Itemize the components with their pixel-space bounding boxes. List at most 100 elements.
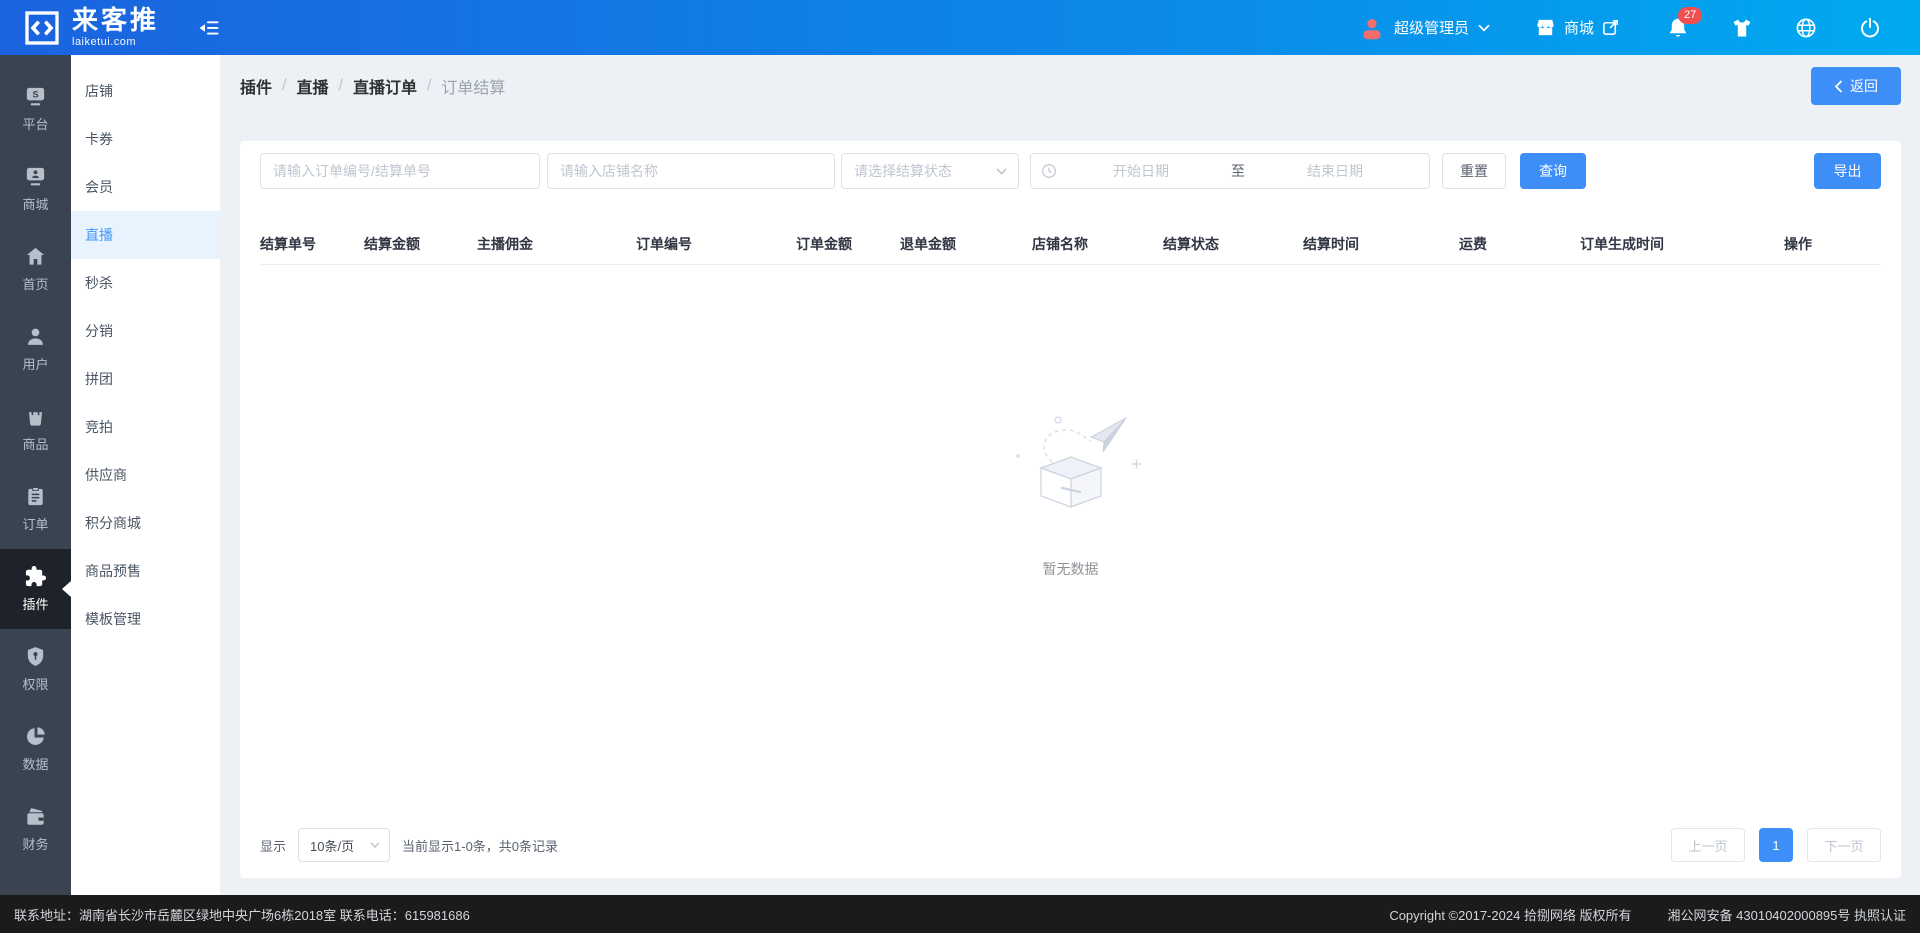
user-icon	[24, 325, 47, 348]
column-header: 店铺名称	[1032, 234, 1163, 254]
tshirt-icon	[1730, 16, 1754, 40]
column-header: 结算时间	[1303, 234, 1459, 254]
column-header: 订单编号	[636, 234, 796, 254]
external-link-icon	[1601, 18, 1620, 37]
submenu-item-distribution[interactable]: 分销	[71, 307, 220, 355]
store-icon	[1534, 16, 1557, 39]
column-header: 结算金额	[364, 234, 477, 254]
submenu-item-members[interactable]: 会员	[71, 163, 220, 211]
settlement-status-select[interactable]: 请选择结算状态	[841, 153, 1019, 189]
sidebar-item-label: 插件	[22, 594, 48, 613]
clipboard-icon	[24, 485, 47, 508]
user-menu[interactable]: 超级管理员	[1359, 15, 1490, 41]
submenu-item-group-buy[interactable]: 拼团	[71, 355, 220, 403]
prev-page-button[interactable]: 上一页	[1671, 828, 1745, 862]
end-date-input[interactable]	[1251, 163, 1419, 179]
user-name: 超级管理员	[1394, 17, 1469, 38]
submenu-item-templates[interactable]: 模板管理	[71, 595, 220, 643]
breadcrumb: 插件 / 直播 / 直播订单 / 订单结算	[240, 74, 505, 98]
sidebar-item-mall[interactable]: 商城	[0, 149, 71, 229]
mall-link[interactable]: 商城	[1534, 16, 1620, 39]
secondary-sidebar: 店铺 卡券 会员 直播 秒杀 分销 拼团 竞拍 供应商 积分商城 商品预售 模板…	[71, 55, 220, 895]
pagination-bar: 显示 10条/页 当前显示1-0条，共0条记录 上一页 1 下一页	[260, 828, 1881, 862]
menu-collapse-icon[interactable]	[197, 16, 221, 40]
empty-state: 暂无数据	[260, 265, 1881, 828]
brand-title: 来客推	[72, 7, 159, 33]
submenu-item-auction[interactable]: 竞拍	[71, 403, 220, 451]
sidebar-item-home[interactable]: 首页	[0, 229, 71, 309]
notifications-button[interactable]: 27	[1666, 16, 1690, 40]
table-header-row: 结算单号 结算金额 主播佣金 订单编号 订单金额 退单金额 店铺名称 结算状态 …	[260, 223, 1881, 265]
sidebar-item-finance[interactable]: 财务	[0, 789, 71, 869]
page-footer: 联系地址：湖南省长沙市岳麓区绿地中央广场6栋2018室 联系电话：6159816…	[0, 895, 1920, 933]
sidebar-item-users[interactable]: 用户	[0, 309, 71, 389]
sidebar-item-label: 商品	[22, 434, 48, 453]
sidebar-item-goods[interactable]: 商品	[0, 389, 71, 469]
order-number-input[interactable]	[260, 153, 540, 189]
submenu-item-live[interactable]: 直播	[71, 211, 220, 259]
sidebar-item-permissions[interactable]: 权限	[0, 629, 71, 709]
submenu-item-coupons[interactable]: 卡券	[71, 115, 220, 163]
filter-bar: 请选择结算状态 至 重置 查询 导出	[260, 153, 1881, 189]
back-button[interactable]: 返回	[1811, 67, 1901, 105]
date-range-separator: 至	[1225, 161, 1251, 181]
column-header: 主播佣金	[477, 234, 636, 254]
breadcrumb-current: 订单结算	[441, 74, 505, 98]
sidebar-item-plugins[interactable]: 插件	[0, 549, 71, 629]
start-date-input[interactable]	[1057, 163, 1225, 179]
theme-button[interactable]	[1730, 16, 1754, 40]
chevron-left-icon	[1834, 80, 1843, 93]
submenu-item-shop[interactable]: 店铺	[71, 67, 220, 115]
wallet-icon	[24, 805, 47, 828]
sidebar-item-data[interactable]: 数据	[0, 709, 71, 789]
submenu-item-flash-sale[interactable]: 秒杀	[71, 259, 220, 307]
breadcrumb-item[interactable]: 直播订单	[353, 74, 417, 98]
next-page-button[interactable]: 下一页	[1807, 828, 1881, 862]
chevron-down-icon	[370, 842, 380, 848]
search-button[interactable]: 查询	[1520, 153, 1586, 189]
sidebar-item-orders[interactable]: 订单	[0, 469, 71, 549]
sidebar-item-label: 数据	[22, 754, 48, 773]
column-header: 结算单号	[260, 234, 364, 254]
sidebar-item-label: 商城	[22, 194, 48, 213]
sidebar-item-platform[interactable]: S 平台	[0, 69, 71, 149]
brand-logo-icon	[22, 8, 62, 48]
column-header: 结算状态	[1163, 234, 1303, 254]
empty-text: 暂无数据	[1043, 559, 1099, 579]
clock-icon	[1041, 163, 1057, 179]
page-size-label: 显示	[260, 836, 286, 855]
settlement-status-placeholder: 请选择结算状态	[854, 161, 952, 181]
home-icon	[24, 245, 47, 268]
submenu-item-presale[interactable]: 商品预售	[71, 547, 220, 595]
pie-chart-icon	[24, 725, 47, 748]
submenu-item-points-mall[interactable]: 积分商城	[71, 499, 220, 547]
platform-icon: S	[24, 85, 47, 108]
footer-beian[interactable]: 湘公网安备 43010402000895号 执照认证	[1668, 905, 1906, 924]
globe-icon	[1794, 16, 1818, 40]
mall-label: 商城	[1564, 17, 1594, 38]
current-page-button[interactable]: 1	[1759, 828, 1793, 862]
avatar	[1359, 15, 1385, 41]
breadcrumb-item[interactable]: 直播	[296, 74, 328, 98]
breadcrumb-separator: /	[427, 77, 431, 95]
column-header: 订单金额	[796, 234, 900, 254]
submenu-item-supplier[interactable]: 供应商	[71, 451, 220, 499]
date-range-picker[interactable]: 至	[1030, 153, 1430, 189]
sidebar-item-label: 用户	[22, 354, 48, 373]
reset-button[interactable]: 重置	[1442, 153, 1506, 189]
sidebar-item-label: 首页	[22, 274, 48, 293]
shop-name-input[interactable]	[547, 153, 835, 189]
export-button[interactable]: 导出	[1814, 153, 1881, 189]
content-area: 插件 / 直播 / 直播订单 / 订单结算 返回 请选择结算状态	[220, 55, 1920, 895]
sidebar-item-media[interactable]	[0, 869, 71, 895]
settlement-card: 请选择结算状态 至 重置 查询 导出	[240, 141, 1901, 878]
chevron-down-icon	[996, 168, 1007, 175]
pagination-summary: 当前显示1-0条，共0条记录	[402, 836, 558, 855]
breadcrumb-item[interactable]: 插件	[240, 74, 272, 98]
column-header: 订单生成时间	[1580, 234, 1784, 254]
logout-button[interactable]	[1858, 16, 1882, 40]
page-size-select[interactable]: 10条/页	[298, 828, 390, 862]
language-button[interactable]	[1794, 16, 1818, 40]
primary-sidebar: S 平台 商城 首页 用户	[0, 55, 71, 895]
column-header: 操作	[1784, 234, 1881, 254]
